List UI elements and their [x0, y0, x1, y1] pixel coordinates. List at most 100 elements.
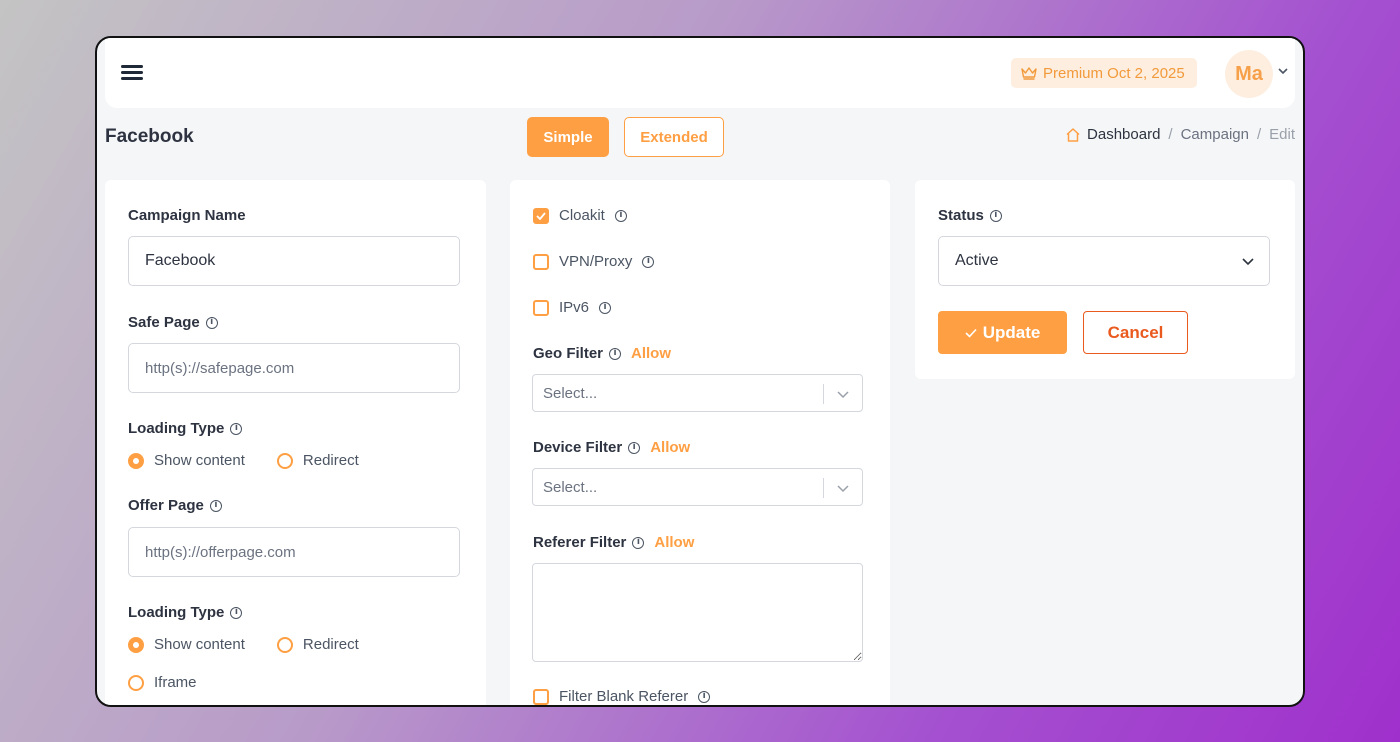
breadcrumb-separator: / — [1256, 126, 1262, 143]
referer-filter-label-text: Referer Filter — [533, 534, 627, 551]
cancel-button[interactable]: Cancel — [1083, 311, 1188, 354]
campaign-name-label-text: Campaign Name — [128, 207, 246, 224]
home-icon — [1066, 127, 1080, 142]
radio-label: Iframe — [154, 674, 197, 691]
checkbox[interactable] — [533, 207, 549, 224]
campaign-name-input[interactable]: Facebook — [128, 236, 460, 286]
extended-mode-button[interactable]: Extended — [624, 117, 724, 157]
premium-badge: Premium Oct 2, 2025 — [1011, 58, 1197, 88]
loading-type-label-text: Loading Type — [128, 420, 225, 437]
offer-page-input[interactable]: http(s)://offerpage.com — [128, 527, 460, 577]
checkbox-label: Filter Blank Referer — [559, 688, 689, 705]
crown-icon — [1021, 67, 1037, 80]
select-placeholder: Select... — [543, 478, 598, 496]
radio-show-content[interactable]: Show content — [128, 636, 245, 653]
loading-type-radio-group-2b: Iframe — [128, 674, 197, 691]
radio-label: Show content — [154, 636, 245, 653]
chevron-down-icon[interactable] — [836, 387, 850, 401]
checkbox[interactable] — [533, 688, 549, 705]
avatar[interactable]: Ma — [1225, 50, 1273, 98]
status-label: Status i — [938, 207, 1002, 224]
checkbox-filter-blank-referer[interactable]: Filter Blank Referer i — [533, 688, 711, 705]
update-button[interactable]: Update — [938, 311, 1067, 354]
app-window: Premium Oct 2, 2025 Ma Facebook Simple E… — [95, 36, 1305, 707]
loading-type-label-2: Loading Type i — [128, 604, 243, 621]
status-card: Status i Active Update Cancel — [915, 180, 1295, 379]
breadcrumb-separator: / — [1168, 126, 1173, 143]
checkbox-label: Cloakit — [559, 207, 605, 224]
update-button-label: Update — [982, 322, 1041, 342]
select-placeholder: Select... — [543, 384, 598, 402]
breadcrumb-home-label: Dashboard — [1087, 126, 1161, 143]
device-filter-label: Device Filter i Allow — [533, 439, 690, 456]
loading-type-label: Loading Type i — [128, 420, 243, 437]
radio-button[interactable] — [276, 452, 293, 469]
radio-label: Redirect — [302, 636, 359, 653]
select-divider — [823, 478, 824, 498]
referer-filter-mode-toggle[interactable]: Allow — [654, 534, 694, 551]
loading-type-radio-group-2: Show content Redirect — [128, 636, 359, 653]
geo-filter-label: Geo Filter i Allow — [533, 345, 671, 362]
info-icon[interactable]: i — [632, 536, 645, 549]
top-bar: Premium Oct 2, 2025 Ma — [105, 38, 1295, 108]
campaign-settings-card: Campaign Name Facebook Safe Page i http(… — [105, 180, 486, 705]
checkbox-label: VPN/Proxy — [559, 253, 633, 270]
chevron-down-icon[interactable] — [1241, 256, 1255, 268]
offer-page-label-text: Offer Page — [128, 497, 204, 514]
device-filter-select[interactable]: Select... — [532, 468, 863, 506]
breadcrumb-home[interactable]: Dashboard — [1065, 126, 1160, 143]
campaign-name-label: Campaign Name — [128, 207, 246, 224]
checkbox-ipv6[interactable]: IPv6 i — [533, 299, 612, 316]
info-icon[interactable]: i — [628, 441, 641, 454]
safe-page-input[interactable]: http(s)://safepage.com — [128, 343, 460, 393]
info-icon[interactable]: i — [698, 690, 711, 703]
referer-filter-textarea[interactable] — [532, 563, 863, 662]
info-icon[interactable]: i — [642, 255, 655, 268]
chevron-down-icon[interactable] — [836, 481, 850, 495]
info-icon[interactable]: i — [609, 347, 622, 360]
radio-redirect[interactable]: Redirect — [276, 452, 359, 469]
select-divider — [823, 384, 824, 404]
info-icon[interactable]: i — [989, 209, 1002, 222]
radio-button[interactable] — [128, 674, 144, 691]
info-icon[interactable]: i — [230, 422, 243, 435]
chevron-down-icon[interactable] — [1277, 66, 1289, 76]
info-icon[interactable]: i — [209, 499, 222, 512]
filters-card: Cloakit i VPN/Proxy i IPv6 i Geo Filter … — [510, 180, 890, 705]
offer-page-label: Offer Page i — [128, 497, 222, 514]
device-filter-mode-toggle[interactable]: Allow — [650, 439, 690, 456]
radio-show-content[interactable]: Show content — [128, 452, 245, 469]
hamburger-icon[interactable] — [121, 65, 143, 81]
check-icon — [965, 328, 977, 338]
geo-filter-select[interactable]: Select... — [532, 374, 863, 412]
check-icon — [536, 211, 546, 220]
breadcrumb-current: Edit — [1269, 126, 1295, 143]
geo-filter-label-text: Geo Filter — [533, 345, 604, 362]
safe-page-label-text: Safe Page — [128, 314, 200, 331]
premium-label: Premium Oct 2, 2025 — [1043, 64, 1185, 82]
device-filter-label-text: Device Filter — [533, 439, 623, 456]
radio-button[interactable] — [128, 452, 144, 469]
checkbox-cloakit[interactable]: Cloakit i — [533, 207, 627, 224]
radio-label: Show content — [154, 452, 245, 469]
breadcrumb-campaign[interactable]: Campaign — [1181, 126, 1249, 143]
info-icon[interactable]: i — [230, 606, 243, 619]
status-label-text: Status — [938, 207, 984, 224]
simple-mode-button[interactable]: Simple — [527, 117, 609, 157]
radio-button[interactable] — [276, 636, 293, 653]
safe-page-label: Safe Page i — [128, 314, 218, 331]
info-icon[interactable]: i — [205, 316, 218, 329]
status-value: Active — [955, 252, 999, 269]
geo-filter-mode-toggle[interactable]: Allow — [631, 345, 671, 362]
radio-redirect[interactable]: Redirect — [276, 636, 359, 653]
radio-iframe[interactable]: Iframe — [128, 674, 197, 691]
status-select[interactable]: Active — [938, 236, 1270, 286]
checkbox[interactable] — [533, 299, 549, 316]
checkbox[interactable] — [533, 253, 549, 270]
radio-button[interactable] — [128, 636, 144, 653]
info-icon[interactable]: i — [599, 301, 612, 314]
loading-type-radio-group: Show content Redirect — [128, 452, 359, 469]
info-icon[interactable]: i — [614, 209, 627, 222]
checkbox-label: IPv6 — [559, 299, 590, 316]
checkbox-vpn-proxy[interactable]: VPN/Proxy i — [533, 253, 655, 270]
